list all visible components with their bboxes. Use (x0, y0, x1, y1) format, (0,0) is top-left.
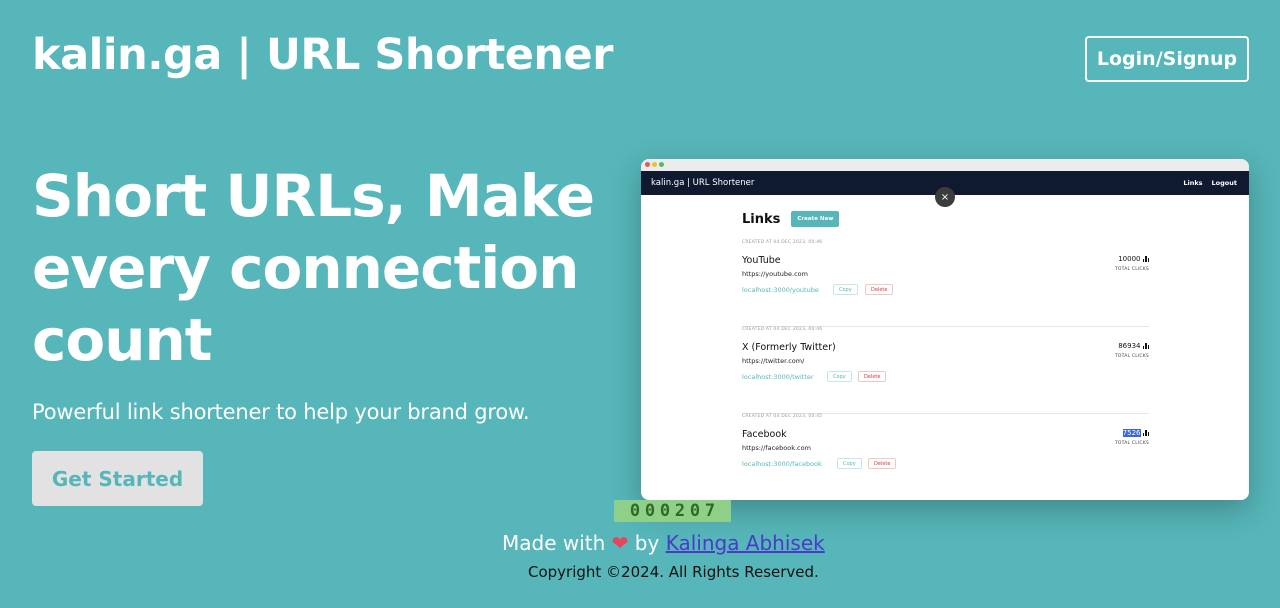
delete-button[interactable]: Delete (858, 371, 887, 382)
window-chrome (641, 159, 1249, 171)
counter-digit: 7 (704, 501, 716, 521)
nav-link-links[interactable]: Links (1183, 179, 1202, 187)
hero-headline: Short URLs, Make every connection count (32, 162, 595, 374)
link-created-date: CREATED AT 04 DEC 2023, 00:46 (742, 240, 823, 245)
link-created-date: CREATED AT 04 DEC 2023, 00:45 (742, 414, 823, 419)
minimize-dot-icon (652, 162, 657, 167)
counter-digit: 0 (629, 501, 641, 521)
get-started-button[interactable]: Get Started (32, 451, 203, 506)
links-title: Links (742, 211, 781, 227)
link-name: X (Formerly Twitter) (742, 342, 836, 353)
total-clicks-label: TOTAL CLICKS (1114, 267, 1149, 272)
link-original-url: https://twitter.com/ (742, 357, 805, 365)
nav-link-logout[interactable]: Logout (1212, 179, 1237, 187)
counter-digit: 0 (644, 501, 656, 521)
hero-subheadline: Powerful link shortener to help your bra… (32, 400, 530, 424)
click-count: 10000 (1118, 255, 1149, 263)
copyright-text: Copyright ©2024. All Rights Reserved. (528, 563, 819, 581)
click-count: 86934 (1118, 342, 1149, 350)
made-with-text: Made with (502, 531, 606, 555)
link-created-date: CREATED AT 04 DEC 2023, 00:46 (742, 327, 823, 332)
click-count-value: 10000 (1118, 255, 1141, 263)
maximize-dot-icon (659, 162, 664, 167)
counter-digit: 2 (674, 501, 686, 521)
link-card: CREATED AT 04 DEC 2023, 00:46 YouTube ht… (742, 240, 1149, 327)
click-count: 7526 (1122, 429, 1149, 437)
link-name: YouTube (742, 255, 781, 266)
copy-button[interactable]: Copy (833, 284, 858, 295)
link-name: Facebook (742, 429, 787, 440)
link-card: CREATED AT 04 DEC 2023, 00:46 X (Formerl… (742, 327, 1149, 414)
close-preview-icon[interactable]: × (935, 187, 955, 207)
link-card: CREATED AT 04 DEC 2023, 00:45 Facebook h… (742, 414, 1149, 500)
preview-nav-links: Links Logout (1183, 179, 1237, 187)
counter-digit: 0 (689, 501, 701, 521)
click-count-value: 86934 (1118, 342, 1141, 350)
links-panel: Links Create New CREATED AT 04 DEC 2023,… (742, 209, 1149, 500)
total-clicks-label: TOTAL CLICKS (1114, 441, 1149, 446)
heart-icon: ❤ (611, 531, 629, 555)
preview-brand: kalin.ga | URL Shortener (651, 178, 755, 188)
login-signup-button[interactable]: Login/Signup (1085, 36, 1249, 82)
link-short-url[interactable]: localhost:3000/facebook (742, 460, 822, 468)
brand-title: kalin.ga | URL Shortener (32, 30, 613, 80)
app-preview-window: kalin.ga | URL Shortener Links Logout × … (641, 159, 1249, 500)
link-original-url: https://facebook.com (742, 444, 811, 452)
link-short-url[interactable]: localhost:3000/twitter (742, 373, 814, 381)
by-text: by (634, 531, 660, 555)
links-header: Links Create New (742, 209, 1149, 229)
create-new-button[interactable]: Create New (791, 211, 840, 227)
author-link[interactable]: Kalinga Abhisek (666, 531, 825, 555)
bar-chart-icon (1142, 430, 1149, 436)
delete-button[interactable]: Delete (868, 458, 897, 469)
link-original-url: https://youtube.com (742, 270, 808, 278)
visitor-counter: 0 0 0 2 0 7 (614, 500, 731, 522)
click-count-value: 7526 (1122, 429, 1141, 437)
counter-digit: 0 (659, 501, 671, 521)
bar-chart-icon (1142, 256, 1149, 262)
copy-button[interactable]: Copy (837, 458, 862, 469)
link-short-url[interactable]: localhost:3000/youtube (742, 286, 819, 294)
close-dot-icon (645, 162, 650, 167)
copy-button[interactable]: Copy (827, 371, 852, 382)
bar-chart-icon (1142, 343, 1149, 349)
delete-button[interactable]: Delete (865, 284, 894, 295)
total-clicks-label: TOTAL CLICKS (1114, 354, 1149, 359)
